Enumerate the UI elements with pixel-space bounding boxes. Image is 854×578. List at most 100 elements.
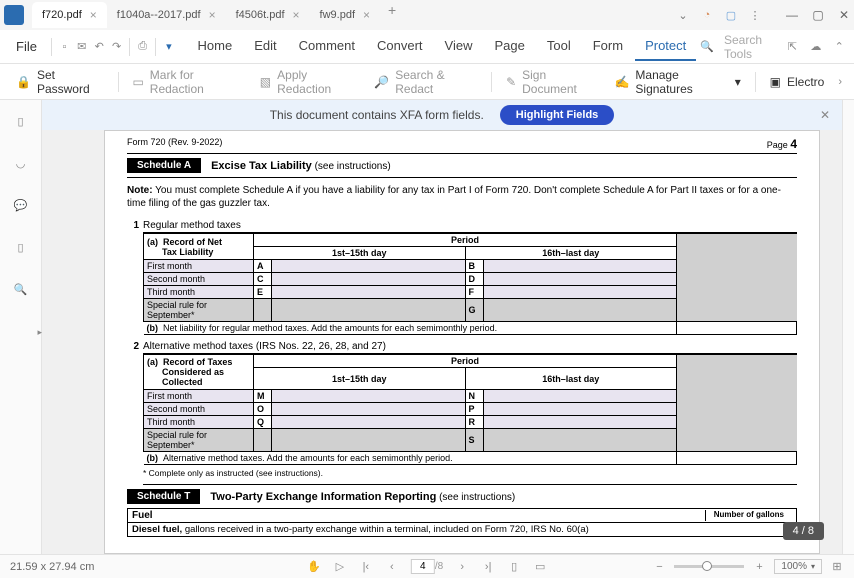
next-page-icon[interactable]: ›	[455, 561, 469, 573]
close-window-button[interactable]: ✕	[838, 9, 850, 21]
mark-redaction-button[interactable]: ▭Mark for Redaction	[124, 64, 249, 100]
tab-f720[interactable]: f720.pdf×	[32, 2, 107, 28]
select-tool-icon[interactable]: ▷	[333, 560, 347, 573]
search-panel-icon[interactable]: 🔍	[12, 280, 30, 298]
tab-page[interactable]: Page	[484, 32, 534, 61]
dropdown-icon[interactable]: ▾	[162, 38, 175, 56]
tab-edit[interactable]: Edit	[244, 32, 286, 61]
schedule-t-header: Schedule T Two-Party Exchange Informatio…	[127, 489, 797, 504]
lock-icon: 🔒	[16, 75, 31, 89]
left-sidebar: ▯ ◡ 💬 ▯ 🔍 ▸	[0, 100, 42, 554]
tab-f4506t[interactable]: f4506t.pdf×	[226, 2, 310, 28]
search-icon[interactable]: 🔍	[700, 40, 714, 53]
app-icon	[4, 5, 24, 25]
close-icon[interactable]: ×	[209, 8, 216, 22]
note-text: Note: You must complete Schedule A if yo…	[127, 184, 797, 210]
set-password-button[interactable]: 🔒Set Password	[8, 64, 112, 100]
last-page-icon[interactable]: ›|	[481, 561, 495, 573]
tab-view[interactable]: View	[435, 32, 483, 61]
search-redact-button[interactable]: 🔎Search & Redact	[366, 64, 485, 100]
print-icon[interactable]: ⎙	[136, 38, 149, 56]
xfa-banner: This document contains XFA form fields. …	[42, 100, 842, 130]
toolbar-scroll-right[interactable]: ›	[834, 76, 846, 88]
menubar: File ▫ ✉ ↶ ↷ ⎙ ▾ Home Edit Comment Conve…	[0, 30, 854, 64]
page-scroll[interactable]: Form 720 (Rev. 9-2022) Page 4 Schedule A…	[42, 130, 842, 554]
close-icon[interactable]: ×	[293, 8, 300, 22]
apply-redaction-button[interactable]: ▧Apply Redaction	[252, 64, 364, 100]
document-viewport: This document contains XFA form fields. …	[42, 100, 842, 554]
undo-icon[interactable]: ↶	[92, 38, 105, 56]
sign-icon: ✎	[506, 75, 516, 89]
chevron-down-icon[interactable]: ⌄	[676, 8, 690, 22]
redact-icon: ▭	[132, 75, 143, 89]
comment-panel-icon[interactable]: 💬	[12, 196, 30, 214]
first-page-icon[interactable]: |‹	[359, 561, 373, 573]
zoom-select[interactable]: 100%▾	[774, 559, 822, 574]
attachment-icon[interactable]: ▯	[12, 238, 30, 256]
bookmark-icon[interactable]: ◡	[12, 154, 30, 172]
share-icon[interactable]: ⇱	[786, 38, 799, 56]
tab-comment[interactable]: Comment	[289, 32, 365, 61]
tab-protect[interactable]: Protect	[635, 32, 696, 61]
stamp-icon: ▣	[770, 75, 781, 89]
redo-icon[interactable]: ↷	[110, 38, 123, 56]
chevron-down-icon: ▾	[735, 75, 741, 89]
separator	[491, 72, 492, 92]
section-2: 2 Alternative method taxes (IRS Nos. 22,…	[127, 341, 797, 485]
minimize-button[interactable]: —	[786, 9, 798, 21]
zoom-in-icon[interactable]: +	[752, 561, 766, 573]
tab-tool[interactable]: Tool	[537, 32, 581, 61]
collapse-icon[interactable]: ⌃	[833, 38, 846, 56]
tab-form[interactable]: Form	[583, 32, 633, 61]
ribbon-toolbar: 🔒Set Password ▭Mark for Redaction ▧Apply…	[0, 64, 854, 100]
slider-knob[interactable]	[702, 561, 712, 571]
tab-f1040a[interactable]: f1040a--2017.pdf×	[107, 2, 226, 28]
tab-home[interactable]: Home	[188, 32, 243, 61]
schedule-t-table: FuelNumber of gallons Diesel fuel, gallo…	[127, 508, 797, 537]
electro-button[interactable]: ▣Electro	[762, 71, 833, 93]
page-number-input[interactable]	[411, 559, 435, 574]
page-indicator-badge: 4 / 8	[783, 522, 824, 540]
page-dimensions: 21.59 x 27.94 cm	[10, 561, 94, 573]
banner-close-icon[interactable]: ✕	[820, 108, 830, 122]
user-icon[interactable]: ◔	[700, 8, 714, 22]
document-tabs: f720.pdf× f1040a--2017.pdf× f4506t.pdf× …	[32, 2, 676, 28]
kebab-icon[interactable]: ⋮	[748, 8, 762, 22]
form-header: Form 720 (Rev. 9-2022) Page 4	[127, 137, 797, 154]
add-tab-button[interactable]: +	[380, 2, 404, 28]
tab-convert[interactable]: Convert	[367, 32, 433, 61]
footnote: * Complete only as instructed (see instr…	[143, 465, 797, 485]
mail-icon[interactable]: ✉	[75, 38, 88, 56]
view-mode-icon[interactable]: ⊞	[830, 560, 844, 573]
zoom-out-icon[interactable]: −	[652, 561, 666, 573]
close-icon[interactable]: ×	[90, 8, 97, 22]
fit-page-icon[interactable]: ▯	[507, 560, 521, 573]
file-menu[interactable]: File	[8, 35, 45, 58]
apply-icon: ▧	[260, 75, 271, 89]
prev-page-icon[interactable]: ‹	[385, 561, 399, 573]
banner-text: This document contains XFA form fields.	[270, 108, 484, 122]
highlight-fields-button[interactable]: Highlight Fields	[500, 105, 615, 125]
main-area: ▯ ◡ 💬 ▯ 🔍 ▸ This document contains XFA f…	[0, 100, 854, 554]
schedule-a-header: Schedule A Excise Tax Liability (see ins…	[127, 158, 797, 173]
separator	[155, 38, 156, 56]
cloud-icon[interactable]: ☁	[809, 38, 822, 56]
pdf-page: Form 720 (Rev. 9-2022) Page 4 Schedule A…	[104, 130, 820, 554]
hand-tool-icon[interactable]: ✋	[307, 560, 321, 573]
close-icon[interactable]: ×	[363, 8, 370, 22]
manage-signatures-button[interactable]: ✍Manage Signatures▾	[606, 64, 748, 100]
titlebar: f720.pdf× f1040a--2017.pdf× f4506t.pdf× …	[0, 0, 854, 30]
maximize-button[interactable]: ▢	[812, 9, 824, 21]
sign-document-button[interactable]: ✎Sign Document	[498, 64, 604, 100]
notification-icon[interactable]: ▢	[724, 8, 738, 22]
separator	[755, 72, 756, 92]
chevron-down-icon: ▾	[811, 562, 815, 571]
search-tools-input[interactable]: Search Tools	[724, 33, 776, 61]
signature-icon: ✍	[614, 75, 629, 89]
thumbnails-icon[interactable]: ▯	[12, 112, 30, 130]
ribbon-tabs: Home Edit Comment Convert View Page Tool…	[188, 32, 697, 61]
tab-fw9[interactable]: fw9.pdf×	[310, 2, 380, 28]
save-icon[interactable]: ▫	[58, 38, 71, 56]
fit-width-icon[interactable]: ▭	[533, 560, 547, 573]
search-redact-icon: 🔎	[374, 75, 389, 89]
